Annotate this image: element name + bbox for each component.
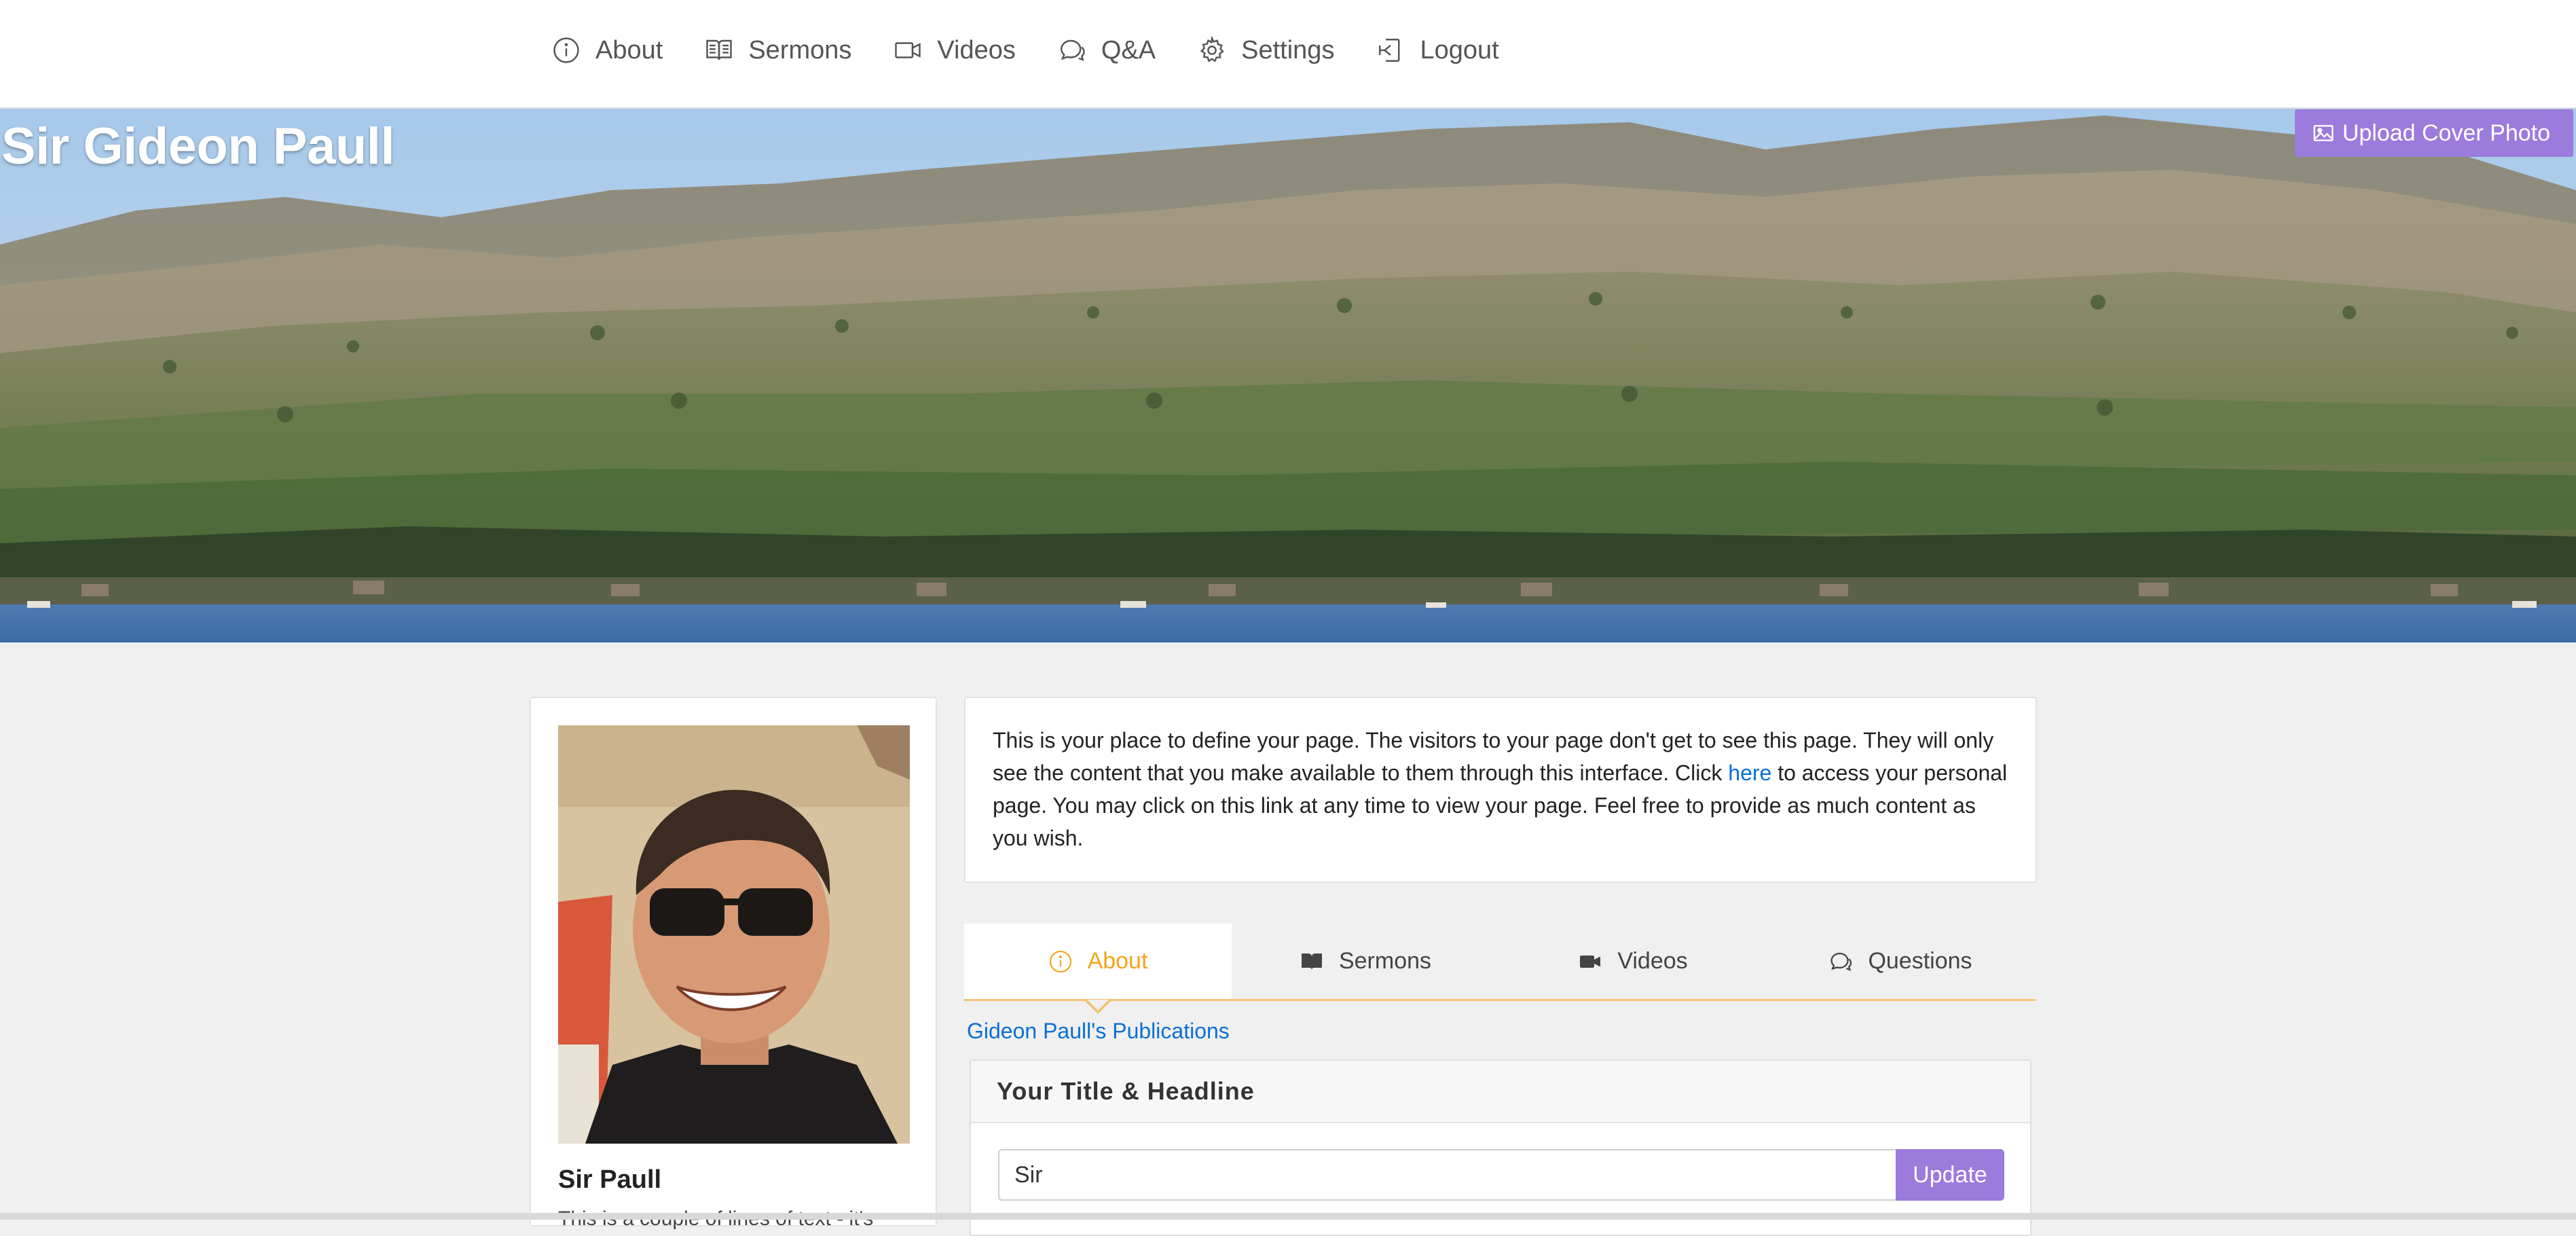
headline-input[interactable]	[998, 1149, 1896, 1201]
tab-label: Questions	[1868, 948, 1972, 974]
upload-cover-photo-button[interactable]: Upload Cover Photo	[2294, 109, 2573, 157]
info-icon	[1049, 950, 1071, 973]
gear-icon	[1200, 36, 1224, 62]
tab-sermons[interactable]: Sermons	[1232, 924, 1499, 999]
nav-item-videos[interactable]: Videos	[894, 31, 1016, 69]
info-icon	[553, 37, 579, 63]
profile-card: Sir Paull This is a couple of lines of t…	[530, 697, 937, 1230]
profile-tabs: About Sermons Videos Questions	[964, 924, 2036, 1014]
tab-videos[interactable]: Videos	[1499, 924, 1767, 999]
logout-icon	[1379, 39, 1400, 62]
nav-item-about[interactable]: About	[552, 31, 663, 69]
nav-list: About Sermons Videos Q&A Settings Logout	[552, 31, 1541, 69]
card-heading: Your Title & Headline	[971, 1061, 2030, 1123]
nav-label: Logout	[1420, 35, 1499, 65]
cover-landscape-image	[0, 109, 2576, 642]
nav-label: Settings	[1241, 35, 1335, 65]
tab-label: About	[1087, 948, 1148, 974]
cover-photo: Sir Gideon Paull Upload Cover Photo	[0, 109, 2576, 642]
title-headline-card: Your Title & Headline Update	[970, 1059, 2031, 1236]
nav-label: Sermons	[748, 35, 852, 65]
top-navigation: About Sermons Videos Q&A Settings Logout	[0, 0, 2576, 109]
publications-link[interactable]: Gideon Paull's Publications	[967, 1019, 1230, 1044]
tab-label: Sermons	[1338, 948, 1432, 974]
chat-bubbles-icon	[1830, 952, 1852, 971]
tab-questions[interactable]: Questions	[1767, 924, 2034, 999]
nav-item-logout[interactable]: Logout	[1376, 31, 1499, 69]
tab-about[interactable]: About	[964, 924, 1232, 1014]
chat-bubbles-icon	[1060, 39, 1085, 61]
upload-cover-photo-label: Upload Cover Photo	[2342, 120, 2550, 146]
nav-label: Q&A	[1101, 35, 1156, 65]
book-icon	[706, 39, 733, 60]
page-instructions: This is your place to define your page. …	[964, 697, 2037, 883]
profile-photo	[558, 725, 910, 1144]
video-camera-icon	[895, 42, 921, 58]
nav-item-settings[interactable]: Settings	[1198, 31, 1334, 69]
tab-label: Videos	[1617, 948, 1688, 974]
video-camera-icon	[1580, 955, 1601, 968]
nav-item-qa[interactable]: Q&A	[1058, 31, 1156, 69]
image-icon	[2313, 125, 2334, 141]
avatar[interactable]	[558, 725, 910, 1144]
nav-label: About	[595, 35, 663, 65]
profile-name: Sir Paull	[558, 1165, 662, 1194]
book-icon	[1301, 953, 1322, 970]
horizontal-scrollbar[interactable]	[0, 1213, 2576, 1220]
nav-item-sermons[interactable]: Sermons	[705, 31, 851, 69]
personal-page-link[interactable]: here	[1728, 761, 1771, 785]
update-button[interactable]: Update	[1896, 1149, 2004, 1201]
nav-label: Videos	[937, 35, 1016, 65]
page-owner-title: Sir Gideon Paull	[1, 117, 395, 175]
